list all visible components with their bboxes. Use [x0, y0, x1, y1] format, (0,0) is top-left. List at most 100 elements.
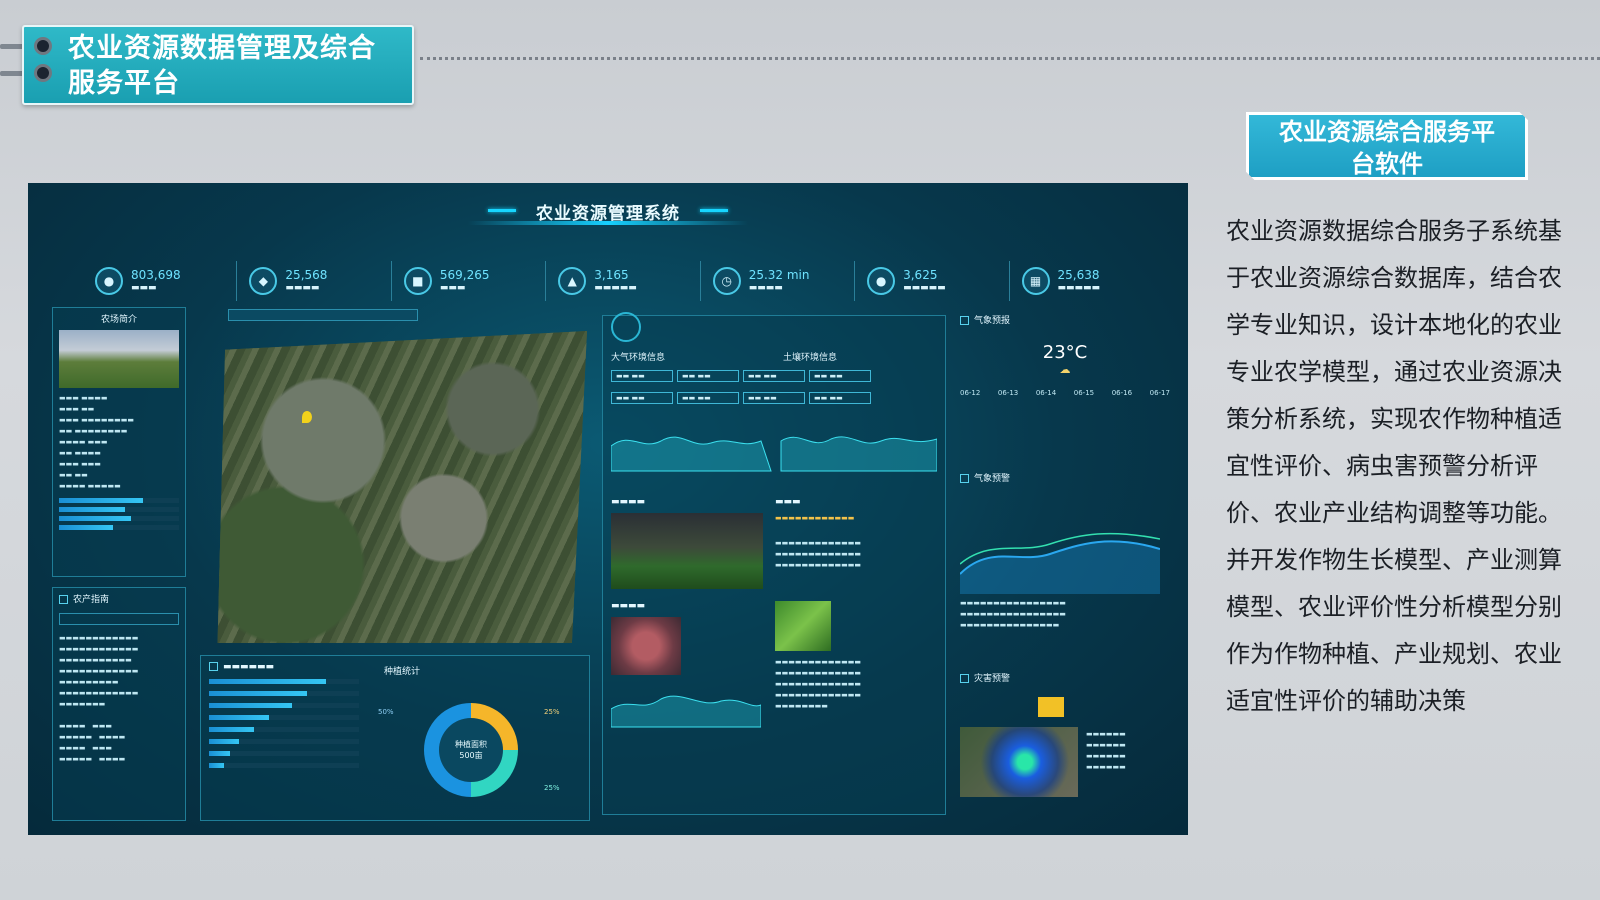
- air-area: [610, 436, 772, 472]
- disaster-text: ▬▬▬▬▬▬ ▬▬▬▬▬▬ ▬▬▬▬▬▬ ▬▬▬▬▬▬: [1086, 730, 1126, 771]
- stat-value: 3,625: [903, 268, 938, 282]
- map-select[interactable]: [228, 309, 418, 321]
- progress-bar: [59, 516, 179, 521]
- database-icon: ■: [403, 267, 432, 295]
- progress-bar: [59, 525, 179, 530]
- weather-title-label: 气象预报: [974, 316, 1011, 326]
- pie-center-value: 500亩: [459, 751, 483, 760]
- pie-legend-bottom-right: 25%: [544, 784, 560, 792]
- pie-center-label: 种植面积: [455, 740, 487, 749]
- progress-bar: [59, 498, 179, 503]
- production-guide-text: ▬▬▬▬▬▬▬▬▬▬▬▬ ▬▬▬▬▬▬▬▬▬▬▬▬ ▬▬▬▬▬▬▬▬▬▬▬ ▬▬▬▬▬…: [59, 634, 139, 763]
- pie-legend-left: 50%: [378, 708, 394, 716]
- leaf-icon: ◆: [249, 267, 278, 295]
- env-chip: ▬▬ ▬▬: [743, 370, 805, 382]
- stat-label-bar: ▬▬▬▬: [285, 283, 320, 293]
- weather-panel: 气象预报 23°C ☁ 06-12 06-13 06-14 06-15 06-1…: [960, 313, 1170, 463]
- panel-icon: [960, 316, 969, 325]
- chart-icon: ▲: [558, 267, 587, 295]
- greenhouse-monitor: ▬▬▬▬: [611, 497, 763, 589]
- planting-stats-panel: ▬▬▬▬▬▬: [200, 655, 590, 821]
- dashboard-screenshot: 农业资源管理系统 ● 803,698 ▬▬▬ ◆ 25,568 ▬▬▬▬ ■ 569,26…: [28, 183, 1188, 835]
- environment-panel: 大气环境信息 土壤环境信息 ▬▬ ▬▬ ▬▬ ▬▬ ▬▬ ▬▬ ▬▬ ▬▬ ▬▬ ▬▬…: [602, 312, 946, 815]
- weather-wave-chart: [959, 532, 1161, 594]
- air-env-title: 大气环境信息: [611, 353, 666, 363]
- env-chip: ▬▬ ▬▬: [677, 370, 739, 382]
- stat-item: ◷ 25.32 min ▬▬▬▬: [701, 261, 856, 301]
- user-icon: ●: [95, 267, 123, 295]
- stat-label-bar: ▬▬▬▬▬: [903, 283, 946, 293]
- env-area-charts: [610, 436, 938, 472]
- monitor-row: ▬▬▬▬ ▬▬▬ ▬▬▬▬▬▬▬▬▬▬▬▬ ▬▬▬▬▬▬▬▬▬▬▬▬▬ ▬▬▬▬▬…: [611, 497, 937, 589]
- env-chip: ▬▬ ▬▬: [677, 392, 739, 404]
- stat-bar: [209, 727, 359, 732]
- weather-warning-text: ▬▬▬▬▬▬▬▬▬▬▬▬▬▬▬▬ ▬▬▬▬▬▬▬▬▬▬▬▬▬▬▬▬ ▬▬▬▬▬▬▬▬…: [960, 599, 1066, 629]
- weather-warning-label: 气象预警: [974, 474, 1011, 484]
- stat-bar: [209, 751, 359, 756]
- stat-bar: [209, 763, 359, 768]
- stat-label-bar: ▬▬▬: [131, 283, 157, 293]
- stat-bar: [209, 739, 359, 744]
- disaster-title: 灾害预警: [960, 671, 1170, 684]
- stat-label-bar: ▬▬▬: [439, 283, 466, 293]
- monitor-title: ▬▬▬▬: [611, 497, 646, 507]
- production-guide-panel: 农产指南 ▬▬▬▬▬▬▬▬▬▬▬▬ ▬▬▬▬▬▬▬▬▬▬▬▬ ▬▬▬▬▬▬▬▬▬▬▬…: [52, 587, 186, 821]
- forecast-day: 06-17: [1149, 389, 1170, 397]
- panel-icon: [59, 595, 68, 604]
- farm-progress-list: [59, 498, 179, 530]
- stat-label-bar: ▬▬▬▬▬: [594, 283, 637, 293]
- env-chip: ▬▬ ▬▬: [809, 370, 871, 382]
- grid-icon: ▦: [1021, 267, 1050, 295]
- stat-label-bar: ▬▬▬▬: [748, 283, 783, 293]
- section-badge-line1: 农业资源综合服务平: [1279, 118, 1495, 146]
- stat-value: 25,568: [285, 268, 328, 282]
- env-headers: 大气环境信息 土壤环境信息: [611, 350, 937, 363]
- stat-item: ◆ 25,568 ▬▬▬▬: [237, 261, 392, 301]
- description-paragraph-2: 并开发作物生长模型、产业测算模型、农业评价性分析模型分别作为作物种植、产业规划、…: [1226, 546, 1562, 715]
- bar-list: [209, 679, 359, 768]
- leaf-photo[interactable]: [775, 601, 831, 651]
- alert-text: ▬▬▬▬▬▬▬▬▬▬▬▬: [775, 514, 855, 522]
- greenhouse-photo[interactable]: [611, 513, 763, 589]
- slide-title-line1: 农业资源数据管理及综合: [68, 33, 376, 64]
- weather-warning-panel: 气象预警 ▬▬▬▬▬▬▬▬▬▬▬▬▬▬▬▬ ▬▬▬▬▬▬▬▬▬▬▬▬▬▬▬▬ ▬▬▬…: [959, 471, 1170, 671]
- pest-photo[interactable]: [611, 617, 681, 675]
- map-marker-icon[interactable]: [302, 411, 312, 423]
- satellite-map[interactable]: [217, 331, 587, 643]
- weather-title: 气象预报: [960, 313, 1170, 326]
- heat-map[interactable]: [960, 727, 1078, 797]
- slide-title: 农业资源数据管理及综合 服务平台: [68, 31, 408, 101]
- pie-legend-top-right: 25%: [544, 708, 560, 716]
- stat-value: 25,638: [1057, 268, 1100, 282]
- slide-title-line2: 服务平台: [68, 68, 180, 99]
- disaster-warning-panel: 灾害预警 ▬▬▬▬▬▬ ▬▬▬▬▬▬ ▬▬▬▬▬▬ ▬▬▬▬▬▬: [960, 671, 1170, 821]
- env-chip: ▬▬ ▬▬: [611, 392, 673, 404]
- panel-icon: [960, 474, 969, 483]
- section-badge: 农业资源综合服务平 台软件: [1246, 112, 1528, 180]
- production-guide-title: 农产指南: [59, 592, 179, 605]
- stat-value: 25.32 min: [748, 268, 810, 282]
- soil-env-title: 土壤环境信息: [783, 353, 838, 363]
- stat-bar: [209, 691, 359, 696]
- farm-photo: [59, 330, 179, 388]
- people-icon: ●: [867, 267, 896, 295]
- production-select[interactable]: [59, 613, 179, 625]
- slide-title-badge: 农业资源数据管理及综合 服务平台: [22, 25, 414, 105]
- panel-logo-icon: [611, 312, 641, 342]
- disaster-title-label: 灾害预警: [974, 674, 1011, 684]
- stat-bar: [209, 715, 359, 720]
- forecast-day: 06-15: [1073, 389, 1095, 397]
- progress-bar: [59, 507, 179, 512]
- stat-bar: [209, 679, 359, 684]
- description-paragraph-1: 农业资源数据综合服务子系统基于农业资源综合数据库，结合农学专业知识，设计本地化的…: [1226, 217, 1562, 527]
- pie-center: 种植面积 500亩: [439, 718, 503, 782]
- pest-info-text: ▬▬▬▬▬▬▬▬▬▬▬▬▬ ▬▬▬▬▬▬▬▬▬▬▬▬▬ ▬▬▬▬▬▬▬▬▬▬▬▬▬ ▬…: [775, 658, 861, 710]
- forecast-day: 06-16: [1111, 389, 1133, 397]
- stat-item: ▲ 3,165 ▬▬▬▬▬: [546, 261, 701, 301]
- farm-info-lines: ▬▬▬ ▬▬▬▬ ▬▬▬ ▬▬ ▬▬▬ ▬▬▬▬▬▬▬▬ ▬▬ ▬▬▬▬▬▬▬▬ ▬▬▬…: [59, 394, 134, 490]
- weather-warning-title: 气象预警: [960, 471, 1170, 484]
- stat-value: 803,698: [131, 268, 181, 282]
- stat-label-bar: ▬▬▬▬▬: [1057, 283, 1101, 293]
- pest-row: ▬▬▬▬ ▬▬▬▬▬▬▬▬▬▬▬▬▬ ▬▬▬▬▬▬▬▬▬▬▬▬▬ ▬▬▬▬▬▬▬▬▬…: [610, 601, 937, 733]
- cloud-icon: ☁: [1059, 363, 1071, 376]
